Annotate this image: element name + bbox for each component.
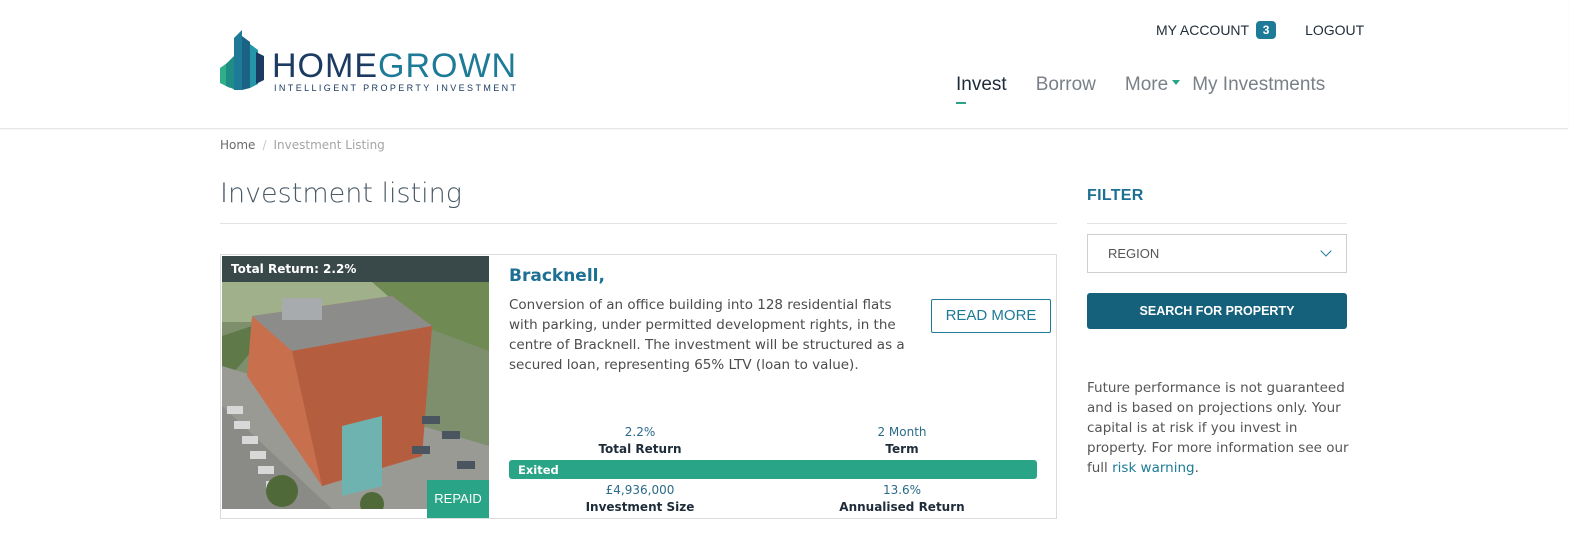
logo-tagline: INTELLIGENT PROPERTY INVESTMENT — [274, 83, 519, 93]
top-utility-nav: MY ACCOUNT 3 LOGOUT — [1156, 21, 1364, 39]
stat-value: £4,936,000 — [605, 483, 675, 497]
building-logo-icon — [220, 30, 264, 90]
read-more-button[interactable]: READ MORE — [931, 299, 1051, 333]
logo-wordmark: HOMEGROWN — [272, 47, 518, 85]
logout-link[interactable]: LOGOUT — [1305, 22, 1364, 38]
disclaimer-end: . — [1194, 460, 1199, 476]
stat-label: Investment Size — [585, 500, 695, 514]
nav-borrow[interactable]: Borrow — [1036, 74, 1096, 96]
stat-value: 2.2% — [624, 425, 656, 439]
stat-annualised-return: 13.6% Annualised Return — [802, 483, 1002, 514]
stat-value: 13.6% — [882, 483, 922, 497]
stat-label: Total Return — [598, 442, 682, 456]
listing-title[interactable]: Bracknell, — [509, 266, 605, 286]
my-account-link[interactable]: MY ACCOUNT 3 — [1156, 21, 1277, 39]
filter-divider — [1087, 223, 1347, 224]
region-select[interactable]: REGION — [1087, 234, 1347, 273]
page-title: Investment listing — [220, 178, 462, 209]
breadcrumb-separator: / — [262, 138, 267, 152]
breadcrumb-home[interactable]: Home — [220, 138, 255, 152]
nav-more[interactable]: More — [1124, 74, 1181, 96]
breadcrumb-current: Investment Listing — [273, 138, 385, 152]
caret-down-icon — [1172, 80, 1181, 86]
breadcrumb: Home / Investment Listing — [220, 138, 385, 152]
site-header: HOMEGROWN INTELLIGENT PROPERTY INVESTMEN… — [0, 0, 1568, 129]
property-photo[interactable] — [222, 256, 489, 509]
chevron-down-icon — [1320, 245, 1332, 257]
listing-card: Total Return: 2.2% REPAID Bracknell, Con… — [220, 254, 1057, 519]
risk-disclaimer: Future performance is not guaranteed and… — [1087, 378, 1349, 478]
account-notification-badge: 3 — [1256, 21, 1277, 39]
risk-warning-link[interactable]: risk warning — [1112, 460, 1195, 476]
homegrown-logo[interactable]: HOMEGROWN INTELLIGENT PROPERTY INVESTMEN… — [220, 28, 520, 96]
investment-progress-bar: Exited — [509, 460, 1037, 479]
stat-label: Term — [885, 442, 919, 456]
listing-description: Conversion of an office building into 12… — [509, 297, 905, 373]
my-account-label: MY ACCOUNT — [1156, 22, 1250, 38]
repaid-status-badge: REPAID — [427, 480, 489, 518]
stat-label: Annualised Return — [839, 500, 965, 514]
stat-total-return: 2.2% Total Return — [540, 425, 740, 456]
stat-investment-size: £4,936,000 Investment Size — [540, 483, 740, 514]
nav-more-label: More — [1124, 74, 1169, 95]
region-select-value: REGION — [1108, 246, 1160, 261]
search-property-button[interactable]: SEARCH FOR PROPERTY — [1087, 293, 1347, 329]
title-divider — [220, 223, 1057, 224]
progress-label: Exited — [518, 463, 559, 477]
stat-value: 2 Month — [877, 425, 927, 439]
stat-term: 2 Month Term — [802, 425, 1002, 456]
nav-my-investments[interactable]: My Investments — [1192, 74, 1325, 96]
total-return-banner: Total Return: 2.2% — [222, 256, 489, 282]
nav-invest[interactable]: Invest — [956, 74, 1007, 104]
filter-heading: FILTER — [1087, 187, 1144, 204]
main-nav: Invest Borrow More My Investments — [956, 74, 1354, 104]
